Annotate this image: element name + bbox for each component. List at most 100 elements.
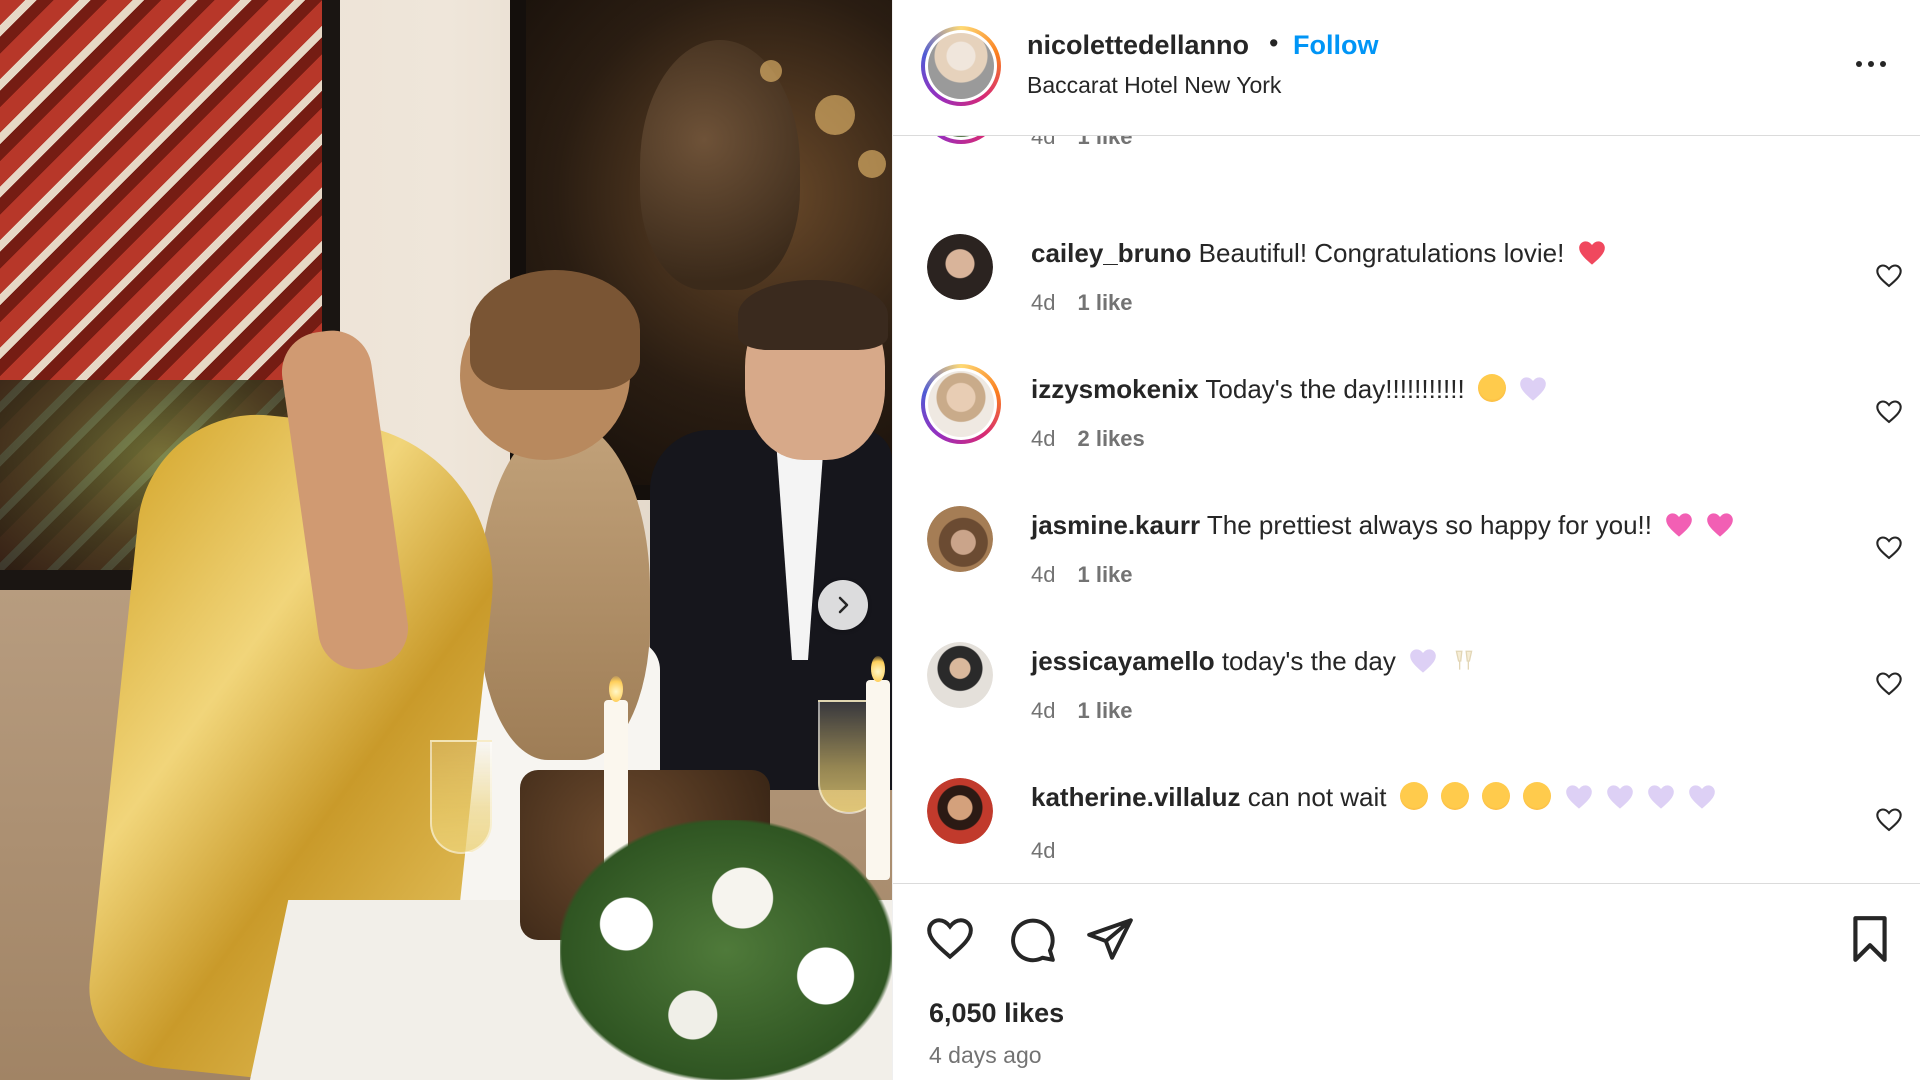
comment-time[interactable]: 4d xyxy=(1031,426,1055,451)
comment-avatar[interactable] xyxy=(921,136,1001,144)
separator-dot: • xyxy=(1269,28,1279,58)
comment-item: jessicayamello today's the day 4d 1 like xyxy=(893,640,1920,776)
post-side-panel: nicolettedellanno • Follow Baccarat Hote… xyxy=(892,0,1920,1080)
more-options-icon-dot xyxy=(1868,61,1874,67)
photo-flower-arrangement xyxy=(560,820,892,1080)
comment-time[interactable]: 4d xyxy=(1031,136,1055,149)
avatar-image xyxy=(928,33,994,99)
comment-meta: 4d 1 like xyxy=(1031,562,1133,588)
photo-wine-glass xyxy=(430,740,492,854)
comment-body: today's the day xyxy=(1221,646,1396,676)
comment-likes[interactable]: 2 likes xyxy=(1077,426,1144,451)
light-purple-heart-emoji-icon xyxy=(1607,785,1633,809)
paper-plane-icon[interactable] xyxy=(1085,914,1135,964)
photo-bokeh-light xyxy=(815,95,855,135)
comment-meta: 4d xyxy=(1031,838,1055,864)
comment-item: cailey_bruno Beautiful! Congratulations … xyxy=(893,232,1920,368)
pink-heart-emoji-icon xyxy=(1666,513,1693,537)
photo-bokeh-light xyxy=(858,150,886,178)
comment-like-icon[interactable] xyxy=(1875,534,1903,562)
comment-time[interactable]: 4d xyxy=(1031,290,1055,315)
instagram-post-view: nicolettedellanno • Follow Baccarat Hote… xyxy=(0,0,1920,1080)
light-purple-heart-emoji-icon xyxy=(1520,377,1547,401)
comment-meta: 4d 2 likes xyxy=(1031,426,1145,452)
comment-likes[interactable]: 1 like xyxy=(1077,562,1132,587)
post-header: nicolettedellanno • Follow Baccarat Hote… xyxy=(893,0,1920,136)
comment-like-icon[interactable] xyxy=(1875,670,1903,698)
post-timestamp[interactable]: 4 days ago xyxy=(929,1042,1042,1069)
pink-heart-emoji-icon xyxy=(1707,513,1734,537)
photo-candle-flame xyxy=(609,676,623,702)
light-purple-heart-emoji-icon xyxy=(1648,785,1674,809)
comment-username[interactable]: jasmine.kaurr xyxy=(1031,510,1200,540)
light-purple-heart-emoji-icon xyxy=(1565,785,1592,809)
comment-body: The prettiest always so happy for you!! xyxy=(1206,510,1652,540)
more-options-button[interactable] xyxy=(1847,46,1895,82)
author-username[interactable]: nicolettedellanno xyxy=(1027,30,1249,61)
avatar-image xyxy=(928,136,994,137)
comment-item: katherine.villaluz can not wait 4d xyxy=(893,776,1920,883)
comment-username[interactable]: izzysmokenix xyxy=(1031,374,1199,404)
comment-text: jessicayamello today's the day xyxy=(1031,646,1478,677)
comment-item: izzysmokenix Today's the day!!!!!!!!!!! … xyxy=(893,364,1920,504)
comment-avatar[interactable] xyxy=(927,642,993,708)
comment-time[interactable]: 4d xyxy=(1031,562,1055,587)
follow-button[interactable]: Follow xyxy=(1293,30,1378,61)
comments-list[interactable]: 4d 1 like cailey_bruno Beautiful! Congrat… xyxy=(893,136,1920,884)
photo-man-hair xyxy=(738,280,888,350)
photo-bokeh-light xyxy=(760,60,782,82)
light-purple-heart-emoji-icon xyxy=(1410,649,1436,673)
comment-item: 4d 1 like xyxy=(893,136,1920,240)
comment-username[interactable]: katherine.villaluz xyxy=(1031,782,1241,812)
avatar-image xyxy=(927,506,993,572)
heart-outline-icon[interactable] xyxy=(925,914,975,964)
comment-body: can not wait xyxy=(1247,782,1387,812)
face-holding-back-tears-emoji-icon xyxy=(1482,782,1511,810)
post-location[interactable]: Baccarat Hotel New York xyxy=(1027,72,1281,99)
avatar-image xyxy=(927,642,993,708)
face-holding-back-tears-emoji-icon xyxy=(1523,782,1552,810)
comment-text: cailey_bruno Beautiful! Congratulations … xyxy=(1031,238,1606,269)
photo-woman-hair xyxy=(470,270,640,390)
comment-likes[interactable]: 1 like xyxy=(1077,136,1132,149)
comment-like-icon[interactable] xyxy=(1875,262,1903,290)
comment-username[interactable]: jessicayamello xyxy=(1031,646,1215,676)
photo-candle-flame xyxy=(871,656,885,682)
comment-avatar[interactable] xyxy=(927,234,993,300)
comment-meta: 4d 1 like xyxy=(1031,136,1133,150)
comment-likes[interactable]: 1 like xyxy=(1077,698,1132,723)
avatar-image xyxy=(927,234,993,300)
comment-avatar[interactable] xyxy=(927,778,993,844)
comment-bubble-icon[interactable] xyxy=(1007,914,1057,964)
more-options-icon xyxy=(1856,61,1862,67)
face-hand-over-mouth-emoji-icon xyxy=(1477,374,1506,402)
comment-likes[interactable]: 1 like xyxy=(1077,290,1132,315)
red-heart-emoji-icon xyxy=(1578,241,1605,265)
comment-item: jasmine.kaurr The prettiest always so ha… xyxy=(893,504,1920,640)
avatar-image xyxy=(928,371,994,437)
clinking-glasses-emoji-icon xyxy=(1455,650,1473,670)
comment-text: katherine.villaluz can not wait xyxy=(1031,782,1716,813)
comment-like-icon[interactable] xyxy=(1875,398,1903,426)
post-actions: 6,050 likes 4 days ago xyxy=(893,884,1920,1080)
post-photo[interactable] xyxy=(0,0,892,1080)
face-holding-back-tears-emoji-icon xyxy=(1399,782,1428,810)
author-avatar[interactable] xyxy=(921,26,1001,106)
comment-time[interactable]: 4d xyxy=(1031,838,1055,863)
post-likes-count[interactable]: 6,050 likes xyxy=(929,998,1064,1029)
comment-text: izzysmokenix Today's the day!!!!!!!!!!! xyxy=(1031,374,1547,405)
comment-username[interactable]: cailey_bruno xyxy=(1031,238,1191,268)
comment-avatar[interactable] xyxy=(927,506,993,572)
avatar-image xyxy=(927,778,993,844)
comment-like-icon[interactable] xyxy=(1875,806,1903,834)
comment-body: Beautiful! Congratulations lovie! xyxy=(1198,238,1565,268)
comment-text: jasmine.kaurr The prettiest always so ha… xyxy=(1031,510,1734,541)
next-photo-button[interactable] xyxy=(818,580,868,630)
chevron-right-icon xyxy=(838,596,849,614)
bookmark-icon[interactable] xyxy=(1845,914,1895,964)
face-holding-back-tears-emoji-icon xyxy=(1440,782,1469,810)
comment-avatar[interactable] xyxy=(921,364,1001,444)
comment-body: Today's the day!!!!!!!!!!! xyxy=(1205,374,1465,404)
more-options-icon-dot xyxy=(1880,61,1886,67)
comment-time[interactable]: 4d xyxy=(1031,698,1055,723)
